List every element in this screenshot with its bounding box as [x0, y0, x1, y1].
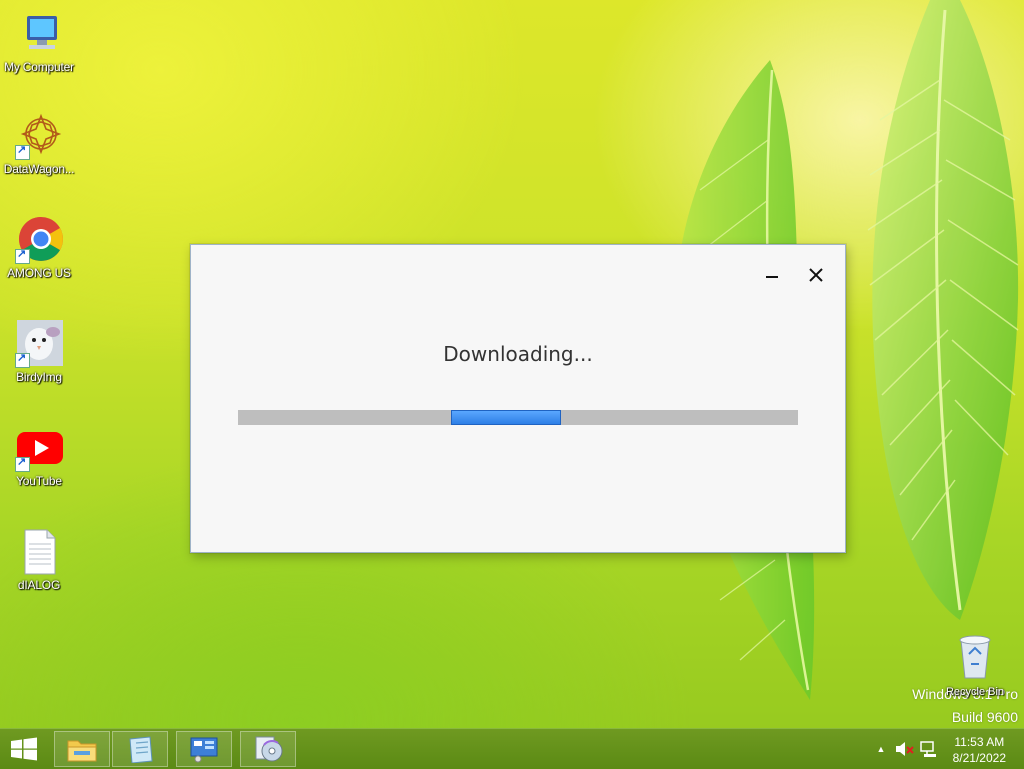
taskbar-notepad[interactable] [112, 731, 168, 767]
desktop-icon-youtube[interactable]: YouTube [0, 424, 78, 488]
taskbar-file-explorer[interactable] [54, 731, 110, 767]
taskbar: ▲ 11:53 AM 8/21/2022 [0, 728, 1024, 769]
desktop-icon-label: My Computer [4, 60, 74, 74]
shortcut-arrow-icon [15, 143, 30, 160]
desktop-icon-label: Recycle Bin [945, 686, 1005, 698]
desktop-icon-datawagon[interactable]: DataWagon... [0, 112, 78, 176]
desktop-icon-label: DataWagon... [3, 162, 75, 176]
desktop-icon-birdyimg[interactable]: BirdyImg [0, 320, 78, 384]
computer-icon [15, 10, 63, 58]
shortcut-arrow-icon [15, 455, 30, 472]
media-disc-icon [255, 736, 283, 762]
start-button[interactable] [0, 729, 48, 769]
desktop-icon-label: BirdyImg [16, 370, 62, 384]
network-icon[interactable] [918, 740, 940, 758]
taskbar-clock[interactable]: 11:53 AM 8/21/2022 [953, 734, 1006, 766]
desktop-icon-recycle-bin[interactable]: Recycle Bin [938, 632, 1012, 698]
close-button[interactable] [801, 261, 831, 289]
windows-logo-icon [11, 737, 37, 761]
recycle-bin-icon [959, 635, 991, 679]
desktop-icon-dialog[interactable]: dIALOG [0, 528, 78, 592]
text-file-icon [15, 528, 63, 576]
show-hidden-icons-arrow[interactable]: ▲ [872, 744, 890, 754]
progress-indicator [451, 410, 561, 425]
download-dialog: Downloading... [190, 244, 846, 553]
youtube-icon [15, 424, 63, 472]
desktop-icon-among-us[interactable]: AMONG US [0, 216, 78, 280]
shortcut-arrow-icon [15, 247, 30, 264]
file-explorer-icon [67, 740, 97, 762]
clock-time: 11:53 AM [954, 735, 1005, 749]
volume-muted-icon[interactable] [894, 740, 916, 758]
desktop-icon-label: dIALOG [17, 578, 61, 592]
desktop-icon-label: YouTube [16, 474, 62, 488]
taskbar-control-panel[interactable] [176, 731, 232, 767]
dialog-status-text: Downloading... [443, 342, 593, 366]
datawagon-icon [15, 112, 63, 160]
windows-build-watermark: Build 9600 [951, 709, 1018, 725]
taskbar-media-app[interactable] [240, 731, 296, 767]
bird-image-icon [15, 320, 63, 368]
notepad-icon [129, 736, 153, 763]
chrome-icon [15, 216, 63, 264]
close-icon [809, 268, 823, 282]
minimize-icon [766, 276, 778, 278]
desktop-icon-my-computer[interactable]: My Computer [0, 10, 78, 74]
download-progress-bar [238, 410, 798, 425]
system-tray: ▲ [872, 729, 940, 769]
shortcut-arrow-icon [15, 351, 30, 368]
desktop-icon-label: AMONG US [7, 266, 71, 280]
control-panel-icon [190, 737, 218, 763]
clock-date: 8/21/2022 [952, 751, 1006, 765]
minimize-button[interactable] [757, 261, 787, 289]
